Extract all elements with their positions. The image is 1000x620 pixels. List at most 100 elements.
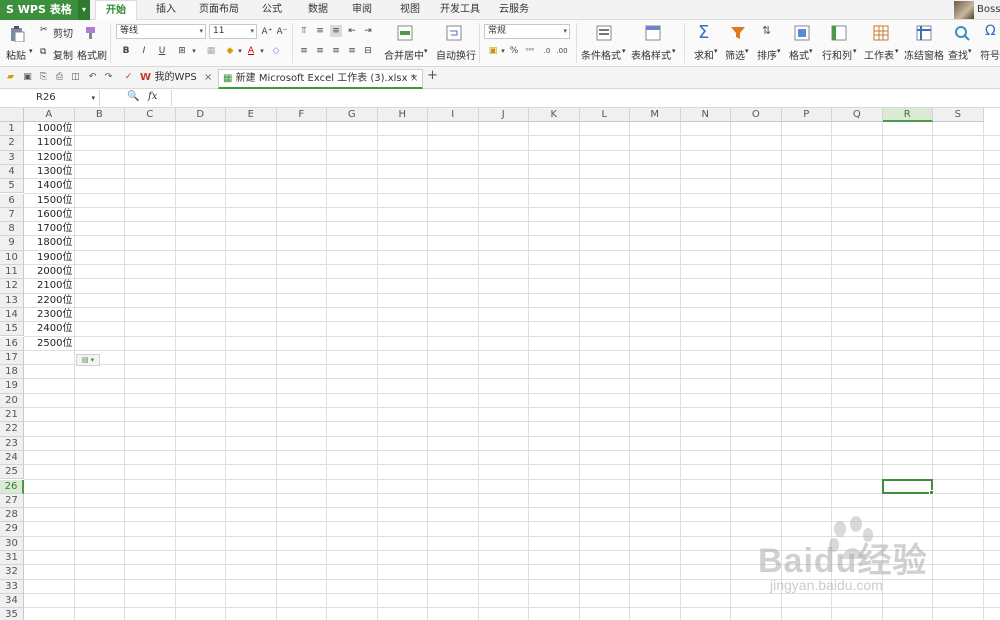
cell-a13[interactable]: 2200位: [24, 294, 75, 308]
cell-a4[interactable]: 1300位: [24, 165, 75, 179]
justify-icon[interactable]: ≡: [346, 45, 358, 57]
conditional-format-icon[interactable]: [596, 25, 612, 41]
percent-icon[interactable]: %: [508, 45, 520, 57]
conditional-format-button[interactable]: 条件格式: [581, 47, 621, 62]
filter-button[interactable]: 筛选: [725, 47, 745, 62]
row-header-31[interactable]: 31: [0, 551, 24, 566]
row-header-13[interactable]: 13: [0, 293, 24, 308]
row-header-25[interactable]: 25: [0, 465, 24, 480]
cell-a8[interactable]: 1700位: [24, 222, 75, 236]
row-header-35[interactable]: 35: [0, 608, 24, 620]
row-header-19[interactable]: 19: [0, 379, 24, 394]
indent-increase-icon[interactable]: ⇥: [362, 25, 374, 37]
cell-a2[interactable]: 1100位: [24, 136, 75, 150]
tab-menu-5[interactable]: 审阅: [340, 0, 384, 20]
column-header-d[interactable]: D: [175, 108, 226, 122]
row-header-7[interactable]: 7: [0, 207, 24, 223]
column-header-n[interactable]: N: [680, 108, 731, 122]
align-bottom-icon[interactable]: ≡: [330, 25, 342, 37]
user-account[interactable]: Bossa: [952, 0, 1000, 20]
column-header-j[interactable]: J: [478, 108, 529, 122]
border-icon[interactable]: ⊞: [176, 45, 188, 57]
paste-icon[interactable]: [9, 26, 25, 42]
row-header-10[interactable]: 10: [0, 250, 24, 265]
column-header-c[interactable]: C: [125, 108, 176, 122]
font-name-select[interactable]: 等线 ▾: [116, 24, 206, 39]
format-painter-icon[interactable]: [83, 26, 97, 40]
row-header-34[interactable]: 34: [0, 593, 24, 609]
increase-font-icon[interactable]: A⁺: [261, 26, 273, 38]
row-col-icon[interactable]: [831, 25, 847, 41]
row-header-30[interactable]: 30: [0, 536, 24, 551]
cell-a14[interactable]: 2300位: [24, 308, 75, 322]
row-header-18[interactable]: 18: [0, 365, 24, 380]
row-col-button[interactable]: 行和列: [822, 47, 852, 62]
tab-menu-8[interactable]: 云服务: [490, 0, 538, 20]
row-header-9[interactable]: 9: [0, 236, 24, 251]
find-icon[interactable]: [954, 25, 970, 41]
column-header-h[interactable]: H: [377, 108, 428, 122]
row-header-12[interactable]: 12: [0, 279, 24, 294]
row-header-1[interactable]: 1: [0, 122, 24, 137]
tab-menu-4[interactable]: 数据: [298, 0, 338, 20]
row-header-17[interactable]: 17: [0, 350, 24, 366]
print-icon[interactable]: ⎙: [54, 72, 65, 83]
column-header-a[interactable]: A: [24, 108, 75, 122]
wrap-text-icon[interactable]: [446, 25, 462, 41]
row-header-22[interactable]: 22: [0, 422, 24, 437]
export-icon[interactable]: ⎘: [38, 72, 49, 83]
column-header-g[interactable]: G: [327, 108, 378, 122]
column-header-r[interactable]: R: [882, 108, 933, 122]
tab-current-document[interactable]: ▦ 新建 Microsoft Excel 工作表 (3).xlsx * ×: [218, 69, 423, 89]
column-header-e[interactable]: E: [226, 108, 277, 122]
new-tab-icon[interactable]: +: [427, 69, 438, 82]
tab-menu-2[interactable]: 页面布局: [190, 0, 248, 20]
chevron-down-icon[interactable]: ▾: [853, 47, 857, 55]
row-header-20[interactable]: 20: [0, 393, 24, 408]
save-icon[interactable]: ▣: [22, 72, 33, 83]
decrease-decimal-icon[interactable]: .00: [556, 45, 568, 57]
sum-button[interactable]: 求和: [694, 47, 714, 62]
fx-icon[interactable]: fx: [148, 91, 157, 102]
active-cell[interactable]: [881, 478, 934, 495]
row-header-6[interactable]: 6: [0, 193, 24, 208]
row-header-14[interactable]: 14: [0, 307, 24, 323]
omega-icon[interactable]: Ω: [985, 23, 996, 39]
zoom-icon[interactable]: 🔍: [127, 91, 139, 102]
tab-menu-7[interactable]: 开发工具: [434, 0, 486, 20]
chevron-down-icon[interactable]: ▾: [672, 47, 676, 55]
align-left-icon[interactable]: ≡: [298, 45, 310, 57]
scissors-icon[interactable]: ✂: [40, 25, 48, 35]
row-header-32[interactable]: 32: [0, 565, 24, 580]
underline-icon[interactable]: U: [156, 45, 168, 57]
table-style-icon[interactable]: [645, 25, 661, 41]
name-box[interactable]: R26 ▾: [0, 90, 100, 106]
merge-center-icon[interactable]: [397, 25, 413, 41]
decrease-font-icon[interactable]: A⁻: [276, 26, 288, 38]
bold-icon[interactable]: B: [120, 45, 132, 57]
number-format-select[interactable]: 常规 ▾: [484, 24, 570, 39]
column-header-b[interactable]: B: [74, 108, 125, 122]
close-icon[interactable]: ×: [410, 70, 418, 88]
freeze-panes-icon[interactable]: [916, 25, 932, 41]
copy-icon[interactable]: ⧉: [40, 47, 46, 57]
cell-a6[interactable]: 1500位: [24, 194, 75, 208]
column-header-o[interactable]: O: [731, 108, 782, 122]
close-icon[interactable]: ×: [204, 69, 212, 87]
chevron-down-icon[interactable]: ▾: [78, 0, 90, 20]
pin-icon[interactable]: ✓: [123, 72, 134, 83]
increase-decimal-icon[interactable]: .0: [541, 45, 553, 57]
fill-handle[interactable]: [929, 489, 934, 495]
comma-icon[interactable]: ⁰⁰⁰: [524, 45, 536, 57]
row-header-24[interactable]: 24: [0, 450, 24, 466]
chevron-down-icon[interactable]: ▾: [777, 47, 781, 55]
formula-input[interactable]: [174, 90, 998, 106]
chevron-down-icon[interactable]: ▾: [895, 47, 899, 55]
row-header-4[interactable]: 4: [0, 164, 24, 180]
symbol-button[interactable]: 符号: [980, 47, 1000, 62]
row-header-2[interactable]: 2: [0, 136, 24, 151]
select-all-corner[interactable]: [0, 108, 24, 122]
freeze-panes-button[interactable]: 冻结窗格: [904, 47, 944, 62]
tab-menu-1[interactable]: 插入: [144, 0, 188, 20]
row-header-5[interactable]: 5: [0, 179, 24, 194]
